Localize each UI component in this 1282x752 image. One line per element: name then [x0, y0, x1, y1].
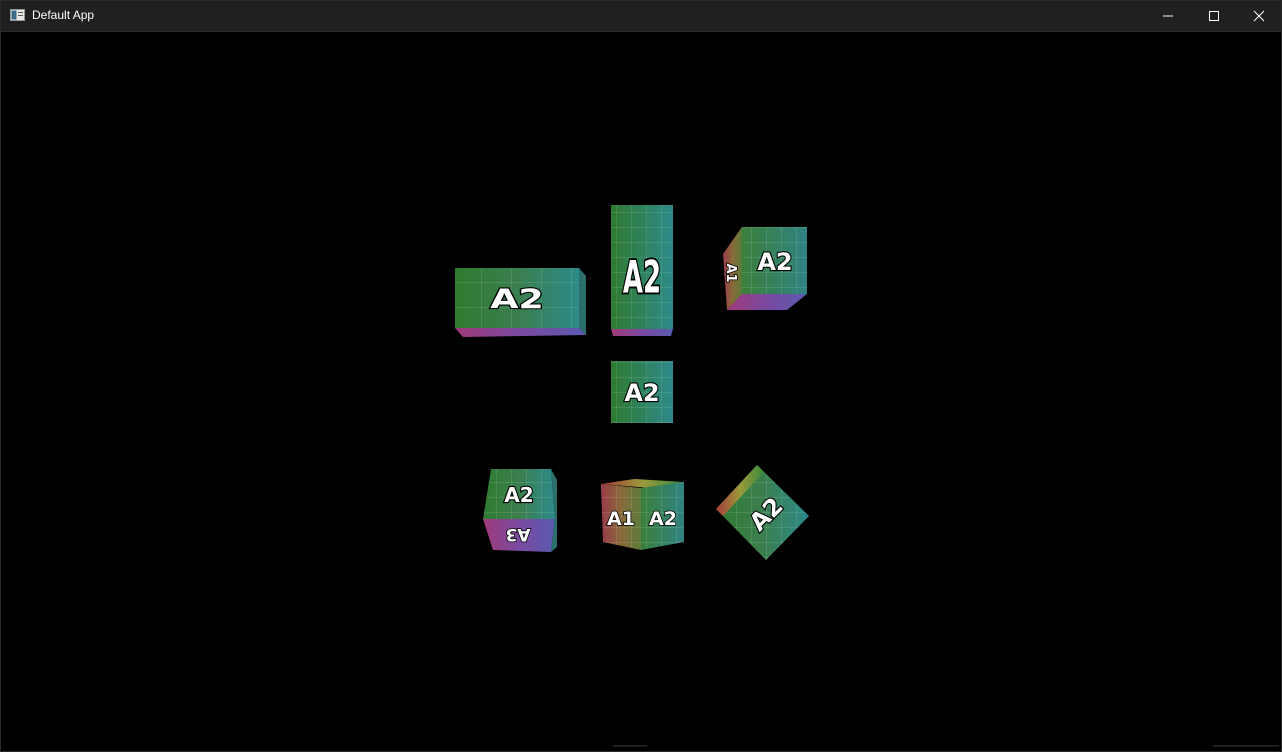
- app-window: Default App A2 A2 A2 A1 A2 A2 A3 A1 A2 A…: [0, 0, 1282, 752]
- cube-4-label: A2: [624, 379, 659, 407]
- cube-4[interactable]: A2: [611, 361, 673, 423]
- cube-6-left-label: A1: [607, 508, 635, 530]
- minimize-icon: [1163, 15, 1173, 17]
- title-bar[interactable]: Default App: [1, 1, 1281, 32]
- cube-5-bottom-label: A3: [506, 524, 531, 544]
- cube-scene: A2 A2 A2 A1 A2 A2 A3 A1 A2 A2: [455, 205, 809, 560]
- cube-5[interactable]: A2 A3: [483, 469, 557, 552]
- window-title: Default App: [32, 8, 95, 22]
- app-window-icon: [10, 9, 25, 21]
- cube-5-label: A2: [504, 483, 533, 507]
- bottom-divider-right: [1213, 745, 1279, 747]
- bottom-divider: [613, 745, 647, 747]
- cube-2-label: A2: [623, 251, 661, 303]
- cube-1-label: A2: [490, 283, 544, 315]
- render-viewport[interactable]: A2 A2 A2 A1 A2 A2 A3 A1 A2 A2: [1, 32, 1281, 751]
- cube-3-side-label: A1: [723, 263, 738, 282]
- cube-3-label: A2: [757, 248, 792, 276]
- cube-6[interactable]: A1 A2: [601, 479, 684, 550]
- cube-6-right-label: A2: [649, 508, 677, 530]
- cube-1[interactable]: A2: [455, 268, 586, 337]
- close-icon: [1253, 10, 1265, 22]
- cube-7[interactable]: A2: [716, 465, 809, 560]
- close-button[interactable]: [1236, 1, 1282, 31]
- cube-2[interactable]: A2: [611, 205, 673, 336]
- maximize-button[interactable]: [1191, 1, 1237, 31]
- minimize-button[interactable]: [1145, 1, 1191, 31]
- cube-3[interactable]: A2 A1: [722, 227, 807, 310]
- maximize-icon: [1209, 11, 1219, 21]
